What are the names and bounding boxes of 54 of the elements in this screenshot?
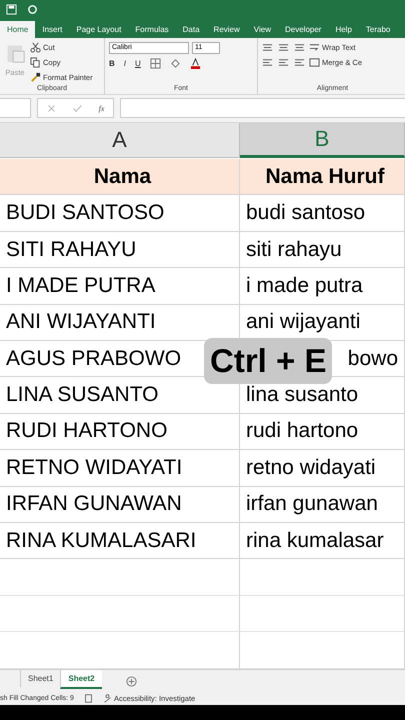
underline-button[interactable]: U [135,58,141,68]
table-cell: rina kumalasar [240,522,405,560]
table-cell: SITI RAHAYU [0,232,240,268]
table-cell: ANI WIJAYANTI [0,304,240,341]
table-cell: RETNO WIDAYATI [0,450,240,487]
align-icon[interactable] [294,42,305,53]
table-cell: ani wijayanti [240,304,405,341]
ribbon-tab[interactable]: Developer [278,20,328,38]
ribbon-tab[interactable]: Review [206,20,247,38]
font-color-icon[interactable] [190,58,201,69]
align-icon[interactable] [262,56,273,68]
table-cell: rudi hartono [240,414,405,450]
ribbon-tab[interactable]: Insert [35,20,70,38]
ribbon-tab[interactable]: Terabo [358,20,398,38]
align-icon[interactable] [294,56,305,68]
merge-icon [309,56,320,68]
ribbon-tab[interactable]: Page Layout [69,20,128,38]
table-cell: budi santoso [240,195,405,232]
header-cell: Nama [0,159,240,196]
brush-icon [30,72,41,83]
table-cell: RINA KUMALASARI [0,522,240,560]
ribbon-tab[interactable]: Help [328,20,359,38]
ribbon-tab[interactable]: Formulas [128,20,176,38]
align-icon[interactable] [278,56,289,68]
copy-icon [30,56,41,68]
add-sheet-icon[interactable] [126,676,137,686]
italic-button[interactable]: I [124,58,126,68]
insert-function-button[interactable]: fx [98,104,104,113]
check-icon[interactable] [72,104,82,113]
column-header[interactable]: B [240,122,405,158]
header-cell: Nama Huruf [240,159,405,196]
ribbon-tab[interactable]: View [246,20,278,38]
shortcut-caption: Ctrl + E [204,338,332,384]
table-cell: I MADE PUTRA [0,268,240,305]
column-header[interactable]: A [0,122,240,158]
scissors-icon [30,42,41,53]
sheet-tab[interactable]: Sheet2 [60,670,102,688]
table-cell: i made putra [240,268,405,305]
align-icon[interactable] [262,42,273,53]
table-cell: irfan gunawan [240,486,405,523]
align-icon[interactable] [278,42,289,53]
table-cell: BUDI SANTOSO [0,195,240,232]
sync-icon[interactable] [27,4,38,16]
borders-icon[interactable] [150,58,161,69]
save-icon[interactable] [6,4,17,16]
table-cell: RUDI HARTONO [0,414,240,450]
bold-button[interactable]: B [109,58,115,68]
table-cell: siti rahayu [240,232,405,268]
table-cell: retno widayati [240,450,405,487]
formula-input[interactable] [120,98,405,118]
table-cell: IRFAN GUNAWAN [0,486,240,523]
ribbon-tab[interactable]: Home [0,20,36,38]
ribbon-tab[interactable]: Data [176,20,207,38]
wrap-icon [309,42,320,53]
